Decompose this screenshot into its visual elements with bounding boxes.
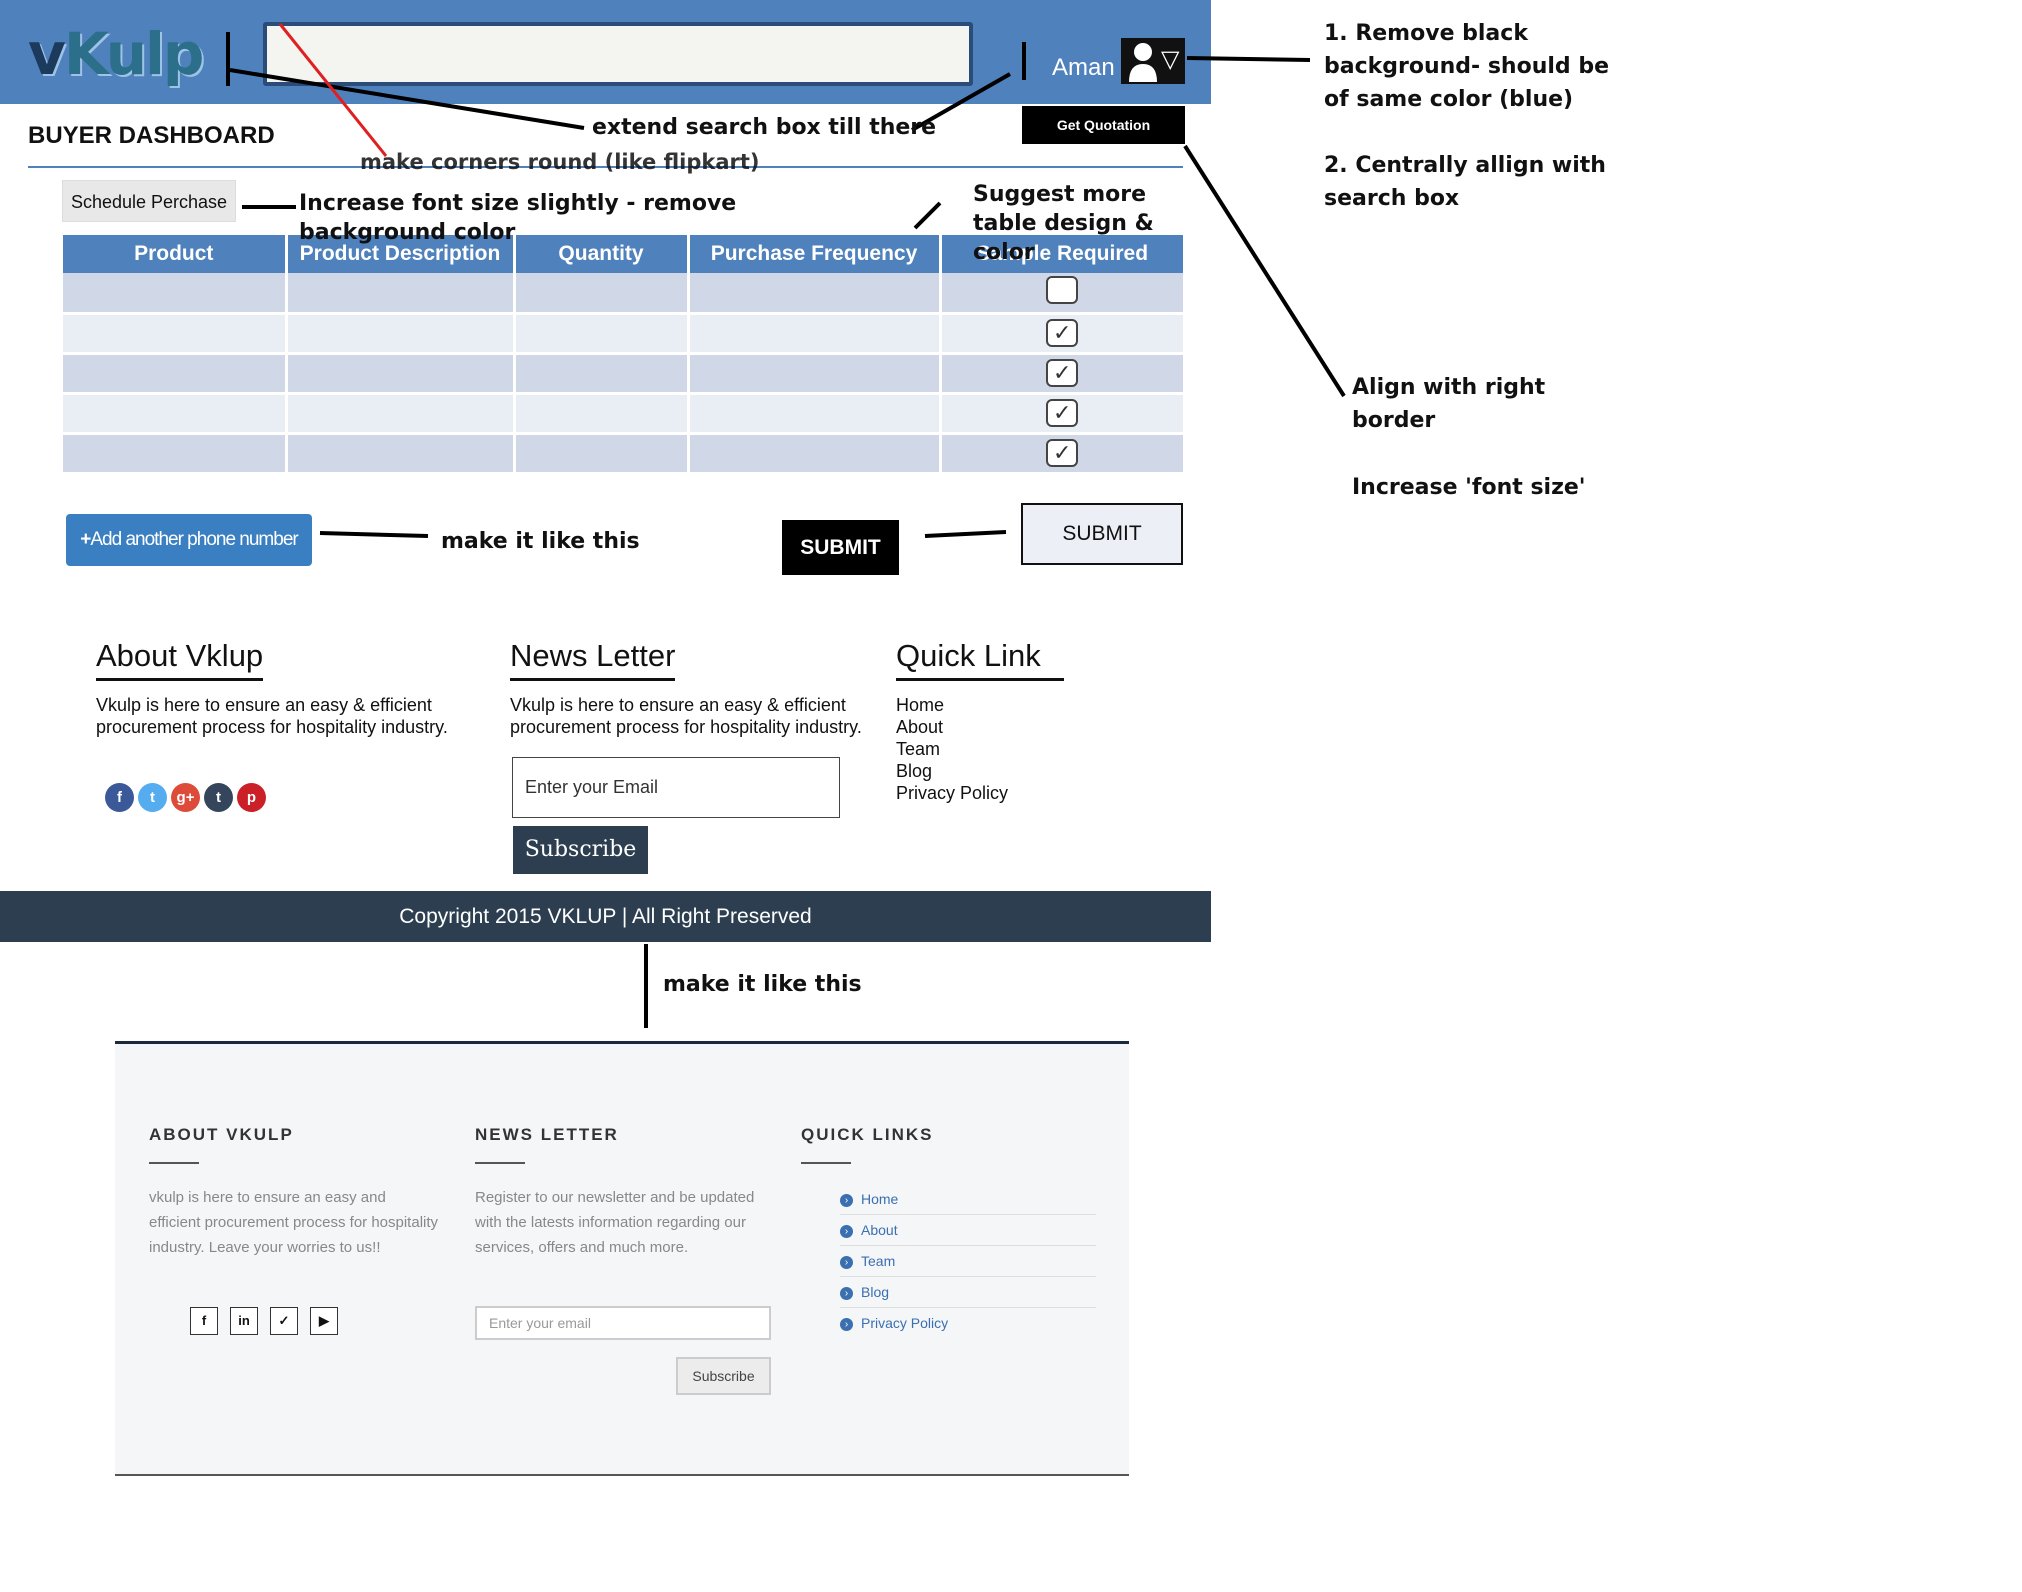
note-make-like-footer: make it like this bbox=[663, 972, 862, 997]
note-font-size: Increase 'font size' bbox=[1352, 475, 1586, 500]
note-user-background: 1. Remove black background- should be of… bbox=[1324, 21, 1609, 112]
note-align-right: Align with right border bbox=[1352, 375, 1546, 433]
note-make-like-button: make it like this bbox=[441, 529, 640, 554]
note-extend-search: extend search box till there bbox=[592, 115, 937, 140]
note-round-corners: make corners round (like flipkart) bbox=[360, 150, 760, 174]
note-schedule-font: Increase font size slightly - remove bac… bbox=[299, 191, 737, 245]
note-table-design: Suggest more table design & color bbox=[973, 182, 1154, 265]
note-center-align: 2. Centrally allign with search box bbox=[1324, 153, 1606, 211]
